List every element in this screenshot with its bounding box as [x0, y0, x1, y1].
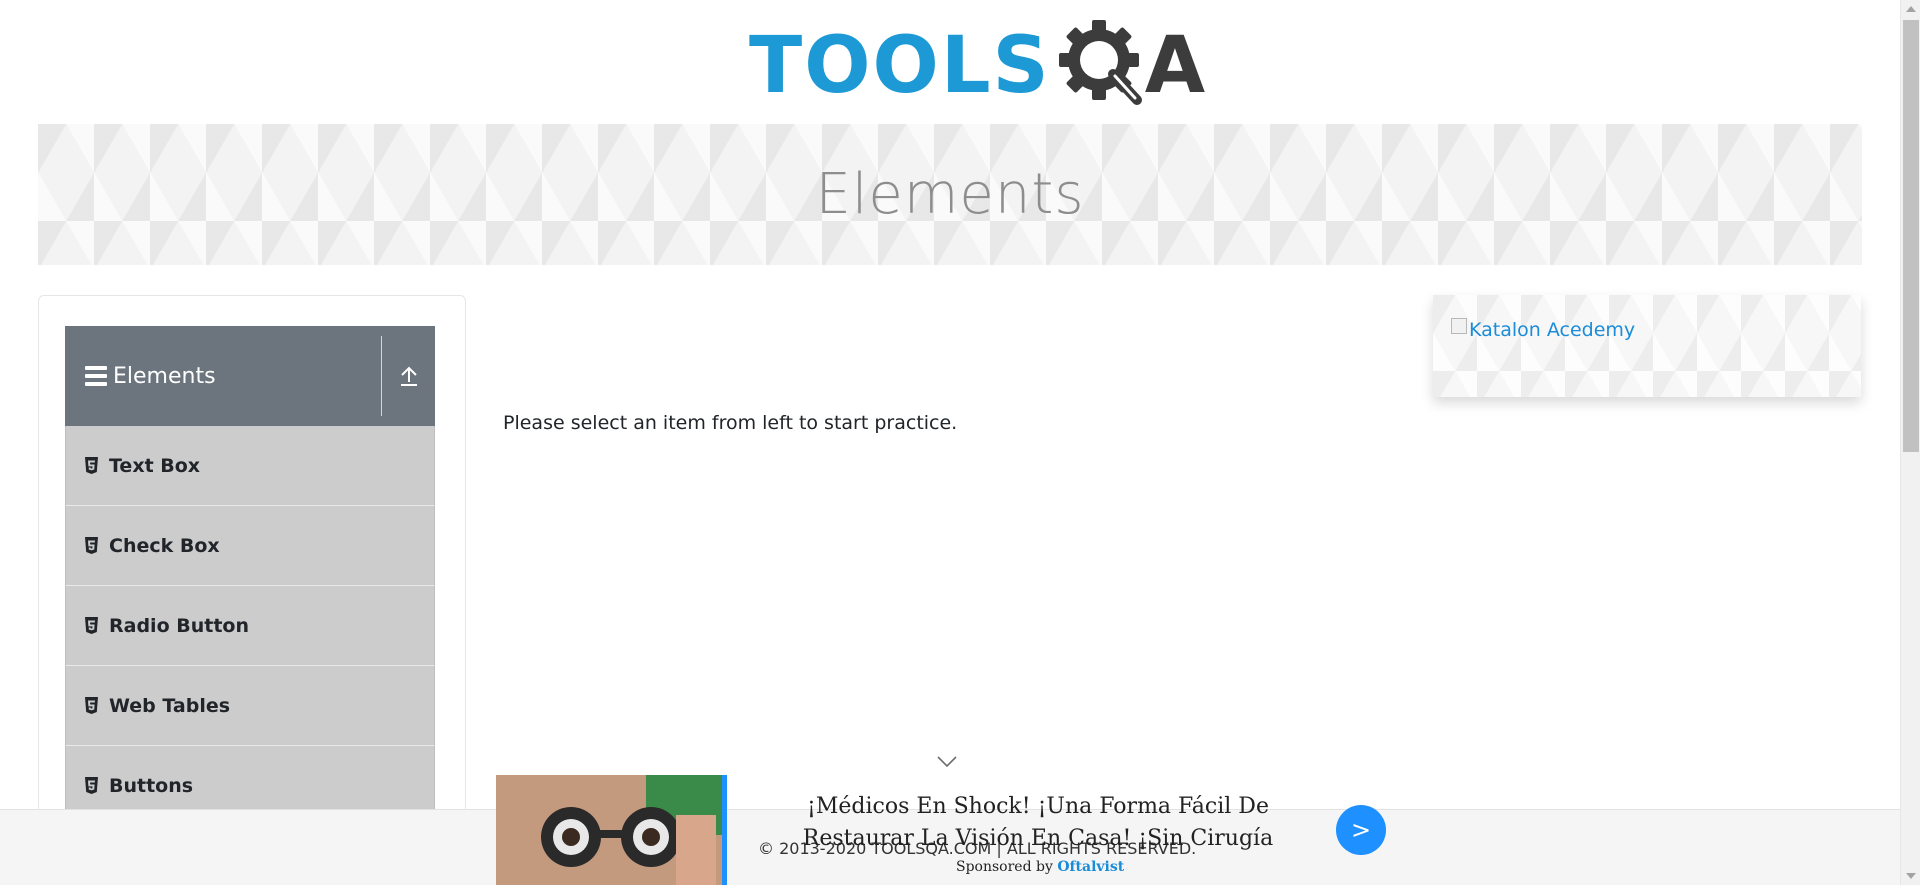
- ad-image[interactable]: [496, 775, 727, 885]
- ad-headline[interactable]: ¡Médicos En Shock! ¡Una Forma Fácil De R…: [748, 791, 1328, 855]
- menu-item-label: Buttons: [109, 774, 194, 797]
- elements-menu-list: Text Box Check Box Radio Button Web Tabl…: [65, 426, 435, 826]
- menu-item-web-tables[interactable]: Web Tables: [65, 666, 435, 746]
- ad-accent-bar: [722, 775, 727, 885]
- katalon-ad-box: Katalon Acedemy: [1433, 295, 1861, 397]
- katalon-academy-link[interactable]: Katalon Acedemy: [1451, 318, 1636, 341]
- chevron-down-icon[interactable]: [936, 755, 958, 769]
- gear-magnifier-icon: [1058, 20, 1142, 105]
- html5-icon: [85, 457, 98, 474]
- menu-item-label: Web Tables: [109, 694, 231, 717]
- logo-text-tools: TOOLS: [749, 21, 1051, 111]
- page: TOOLS A Elements Elements Text Box Check…: [0, 0, 1900, 885]
- menu-item-text-box[interactable]: Text Box: [65, 426, 435, 506]
- upload-arrow-icon: [400, 366, 417, 386]
- scroll-up-arrow-icon[interactable]: [1906, 6, 1916, 12]
- menu-item-label: Radio Button: [109, 614, 249, 637]
- menu-item-label: Text Box: [109, 454, 201, 477]
- html5-icon: [85, 777, 98, 794]
- vertical-scrollbar[interactable]: [1900, 0, 1920, 885]
- scroll-down-arrow-icon[interactable]: [1906, 873, 1916, 879]
- katalon-academy-alt-text: Katalon Acedemy: [1469, 319, 1636, 341]
- menu-item-radio-button[interactable]: Radio Button: [65, 586, 435, 666]
- html5-icon: [85, 697, 98, 714]
- scrollbar-thumb[interactable]: [1903, 20, 1919, 452]
- sponsored-by-label: Sponsored by: [956, 859, 1053, 875]
- hamburger-icon: [85, 366, 107, 386]
- logo-text-a: A: [1144, 21, 1206, 111]
- sponsored-ad[interactable]: ¡Médicos En Shock! ¡Una Forma Fácil De R…: [496, 775, 1386, 885]
- practice-instruction: Please select an item from left to start…: [503, 412, 958, 434]
- elements-group-header[interactable]: Elements: [65, 326, 435, 426]
- ad-sponsor-line: Sponsored by Oftalvist: [956, 859, 1124, 875]
- ad-brand-link[interactable]: Oftalvist: [1057, 859, 1124, 875]
- menu-item-check-box[interactable]: Check Box: [65, 506, 435, 586]
- ad-go-button[interactable]: >: [1336, 805, 1386, 855]
- page-banner: Elements: [38, 124, 1862, 265]
- broken-image-icon: [1451, 318, 1467, 334]
- page-title: Elements: [815, 162, 1085, 227]
- toolsqa-logo[interactable]: TOOLS A: [749, 18, 1205, 114]
- html5-icon: [85, 537, 98, 554]
- collapse-button[interactable]: [382, 326, 435, 426]
- menu-item-label: Check Box: [109, 534, 220, 557]
- eye-exam-image: [496, 775, 727, 885]
- html5-icon: [85, 617, 98, 634]
- group-title: Elements: [113, 363, 216, 389]
